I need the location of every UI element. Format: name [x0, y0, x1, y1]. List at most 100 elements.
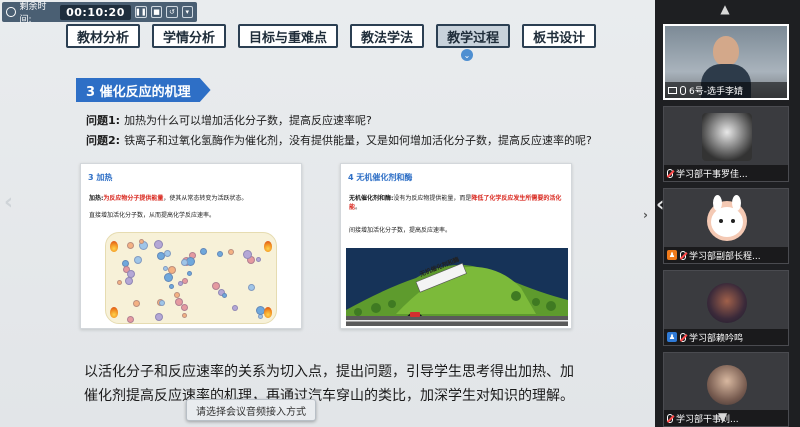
meeting-window: 剩余时间: 00:10:20 ❚❚ ■ ↺ ▾ 教材分析 学情分析 目标与重难点… [0, 0, 800, 427]
participant-name: 学习部干事罗佳... [676, 169, 748, 180]
molecule-dot [181, 259, 188, 266]
card-line: 无机催化剂和酶:没有为反应物提供能量，而是降低了化学反应发生所需要的活化能。 [349, 194, 564, 212]
mic-icon [680, 85, 686, 95]
participant-tile[interactable]: 学习部干事罗佳... [663, 106, 789, 182]
flame-icon [110, 241, 118, 252]
participant-label: 学习部干事罗佳... [664, 165, 788, 181]
molecule-dot [182, 313, 187, 318]
molecule-dot [134, 256, 142, 264]
participant-tile[interactable]: ♟ 学习部赖吟鸣 [663, 270, 789, 346]
tab-material-analysis[interactable]: 教材分析 [66, 24, 141, 48]
chevron-up-icon[interactable]: ▲ [718, 3, 732, 15]
tunnel-illustration: 无机催化剂和酶 [346, 248, 568, 326]
stop-button[interactable]: ■ [150, 6, 163, 18]
slide-nav-tabs: 教材分析 学情分析 目标与重难点 教法学法 教学过程 板书设计 [66, 24, 597, 48]
tab-student-analysis[interactable]: 学情分析 [152, 24, 227, 48]
mic-muted-icon [667, 413, 673, 423]
molecule-dot [178, 281, 183, 286]
molecule-dot [181, 304, 188, 311]
flame-icon [110, 307, 118, 318]
participant-label: ♟ 学习部赖吟鸣 [664, 329, 788, 345]
molecule-dot [174, 292, 180, 298]
cohost-badge-icon: ♟ [667, 332, 677, 342]
card-line: 直接增加活化分子数，从而提高化学反应速率。 [89, 212, 216, 219]
molecule-dot [127, 270, 135, 278]
molecule-dot [125, 277, 133, 285]
card-title: 3 加热 [88, 173, 113, 182]
section-title: 3 催化反应的机理 [76, 78, 211, 102]
molecule-dot [232, 305, 238, 311]
molecule-dot [163, 266, 168, 271]
timer-value: 00:10:20 [60, 4, 131, 20]
avatar-face [711, 207, 743, 237]
tab-board-design[interactable]: 板书设计 [522, 24, 597, 48]
flame-icon [264, 307, 272, 318]
clock-icon [6, 7, 16, 17]
avatar [707, 195, 747, 241]
question-label: 问题2: [86, 134, 121, 147]
question-2: 问题2: 铁离子和过氧化氢酶作为催化剂，没有提供能量，又是如何增加活化分子数，提高… [86, 132, 592, 148]
molecule-dot [164, 273, 173, 282]
molecule-dot [243, 250, 252, 259]
molecule-dot [256, 257, 261, 262]
molecule-dot [248, 284, 255, 291]
camera-feed [702, 113, 752, 161]
pause-button[interactable]: ❚❚ [134, 6, 147, 18]
molecule-dot [127, 316, 134, 323]
slide-canvas: 剩余时间: 00:10:20 ❚❚ ■ ↺ ▾ 教材分析 学情分析 目标与重难点… [0, 0, 655, 427]
molecule-dot [127, 242, 134, 249]
card-line: 加热:为反应物分子提供能量，使其从常态转变为活跃状态。 [89, 194, 294, 203]
participant-tile[interactable]: 6号-选手李婧 [663, 24, 789, 100]
chevron-left-icon[interactable]: ‹ [4, 190, 13, 215]
mic-muted-icon [667, 168, 673, 178]
card-line: 间接增加活化分子数，提高反应速率。 [349, 227, 452, 234]
card-line-mid: 没有为反应物提供能量，而是 [393, 195, 472, 202]
molecule-dot [117, 280, 122, 285]
participant-label: 6号-选手李婧 [665, 82, 787, 98]
tab-methods[interactable]: 教法学法 [350, 24, 425, 48]
card-highlight: 为反应物分子提供能量 [103, 195, 164, 202]
molecule-dot [217, 251, 223, 257]
molecule-dot [212, 282, 220, 290]
flame-icon [264, 241, 272, 252]
catalyst-card: 4 无机催化剂和酶 无机催化剂和酶:没有为反应物提供能量，而是降低了化学反应发生… [340, 163, 572, 329]
question-label: 问题1: [86, 114, 121, 127]
question-text: 加热为什么可以增加活化分子数，提高反应速率呢? [124, 114, 372, 127]
timer-label: 剩余时间: [19, 2, 47, 25]
chevron-down-icon: ⌄ [461, 49, 473, 61]
tab-teaching-process[interactable]: 教学过程 [436, 24, 511, 48]
chevron-down-icon[interactable]: ▼ [718, 410, 727, 424]
question-1: 问题1: 加热为什么可以增加活化分子数，提高反应速率呢? [86, 112, 372, 128]
participant-name: 学习部赖吟鸣 [689, 333, 744, 344]
screen-share-icon [668, 86, 677, 94]
subtitle-text: 以活化分子和反应速率的关系为切入点，提出问题，引导学生思考得出加热、加催化剂提高… [84, 364, 574, 404]
heating-card: 3 加热 加热:为反应物分子提供能量，使其从常态转变为活跃状态。 直接增加活化分… [80, 163, 302, 329]
avatar-eye [719, 219, 723, 223]
participant-label: ♟ 学习部副部长程... [664, 247, 788, 263]
participant-name: 学习部干事刘... [676, 414, 739, 425]
mic-muted-icon [680, 250, 686, 260]
participant-name: 6号-选手李婧 [689, 86, 743, 97]
host-badge-icon: ♟ [667, 250, 677, 260]
molecule-dot [155, 313, 163, 321]
collapse-button[interactable]: ▾ [181, 6, 193, 18]
card-line-prefix: 无机催化剂和酶: [349, 195, 394, 202]
avatar-eye [731, 219, 735, 223]
timer-bar: 剩余时间: 00:10:20 ❚❚ ■ ↺ ▾ [2, 2, 197, 25]
card-line-prefix: 加热: [89, 195, 104, 202]
molecule-dot [228, 249, 234, 255]
molecule-dot [187, 271, 192, 276]
molecule-dot [159, 300, 165, 306]
audio-join-tooltip[interactable]: 请选择会议音频接入方式 [186, 399, 316, 421]
card-line-suffix: 。 [355, 204, 362, 211]
tab-goals[interactable]: 目标与重难点 [238, 24, 339, 48]
participant-name: 学习部副部长程... [689, 251, 761, 262]
chevron-right-icon[interactable]: › [643, 208, 648, 222]
molecule-illustration [105, 232, 277, 324]
participant-tile[interactable]: ♟ 学习部副部长程... [663, 188, 789, 264]
reset-button[interactable]: ↺ [166, 6, 178, 18]
question-text: 铁离子和过氧化氢酶作为催化剂，没有提供能量，又是如何增加活化分子数，提高反应速率… [124, 134, 592, 147]
avatar [707, 283, 747, 323]
card-line-suffix: ，使其从常态转变为活跃状态。 [163, 195, 248, 202]
molecule-dot [139, 239, 144, 244]
